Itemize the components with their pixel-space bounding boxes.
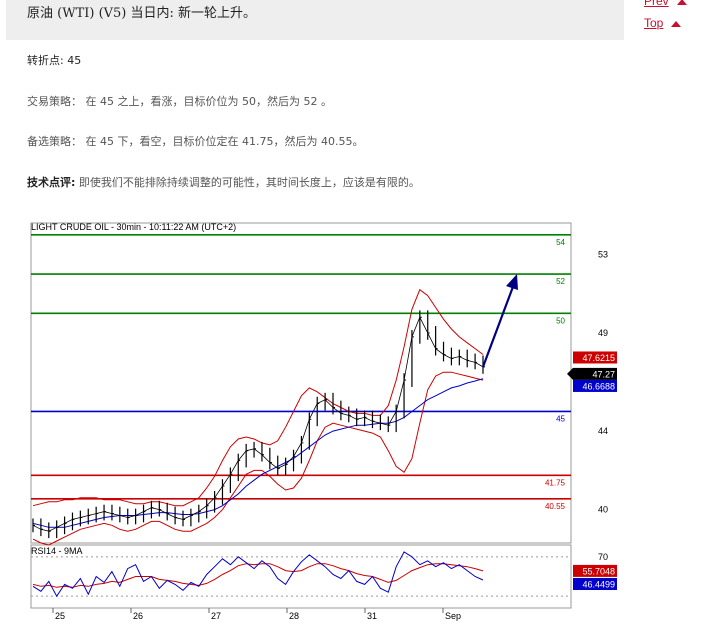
title-bar: 原油 (WTI) (V5) 当日内: 新一轮上升。 — [6, 0, 624, 40]
pivot-line: 转折点: 45 — [27, 52, 81, 68]
x-tick-label: Sep — [445, 611, 461, 621]
rsi-ma-tag: 55.7048 — [582, 566, 615, 576]
prev-label: Prev — [644, 0, 669, 8]
top-label: Top — [644, 16, 664, 30]
alternative-label: 备选策略： — [27, 135, 82, 148]
level-label: 41.75 — [545, 478, 566, 487]
pivot-value: 45 — [67, 54, 82, 67]
strategy-line: 交易策略： 在 45 之上，看涨，目标价位为 50，然后为 52 。 — [27, 93, 332, 109]
ma-value-tag: 46.6688 — [582, 381, 615, 391]
y-tick-label: 53 — [598, 249, 608, 259]
level-label: 45 — [556, 414, 565, 423]
alternative-text: 在 45 下，看空，目标价位定在 41.75，然后为 40.55。 — [85, 135, 364, 148]
level-label: 40.55 — [545, 502, 566, 511]
y-tick-label: 49 — [598, 328, 608, 338]
y-tick-label: 40 — [598, 505, 608, 515]
up-arrow-icon — [676, 0, 687, 5]
strategy-label: 交易策略： — [27, 95, 82, 108]
chart-title: LIGHT CRUDE OIL - 30min - 10:11:22 AM (U… — [31, 222, 236, 232]
last-price-tag: 47.27 — [592, 369, 615, 379]
alternative-line: 备选策略： 在 45 下，看空，目标价位定在 41.75，然后为 40.55。 — [27, 133, 363, 149]
y-tick-label: 44 — [598, 426, 608, 436]
prev-link[interactable]: Prev — [644, 0, 687, 8]
level-label: 54 — [556, 238, 565, 247]
up-arrow-icon — [671, 20, 682, 27]
rsi-y-tick-label: 70 — [598, 552, 608, 562]
x-tick-label: 31 — [367, 611, 377, 621]
x-tick-label: 27 — [211, 611, 221, 621]
top-link[interactable]: Top — [644, 16, 682, 30]
price-tags: 47.6215 47.27 46.6688 — [567, 351, 617, 392]
pivot-label: 转折点: — [27, 54, 64, 67]
price-chart: LIGHT CRUDE OIL - 30min - 10:11:22 AM (U… — [25, 217, 629, 621]
article-title: 原油 (WTI) (V5) 当日内: 新一轮上升。 — [27, 6, 257, 21]
chart-svg: LIGHT CRUDE OIL - 30min - 10:11:22 AM (U… — [25, 217, 629, 621]
main-plot-frame — [30, 222, 572, 544]
rsi-tag: 46.4499 — [582, 579, 615, 589]
comment-line: 技术点评: 即使我们不能排除持续调整的可能性，其时间长度上，应该是有限的。 — [27, 174, 420, 190]
comment-label: 技术点评: — [27, 176, 76, 189]
strategy-text: 在 45 之上，看涨，目标价位为 50，然后为 52 。 — [85, 95, 332, 108]
x-tick-label: 28 — [289, 611, 299, 621]
rsi-plot-frame — [30, 544, 572, 609]
level-label: 52 — [556, 277, 565, 286]
x-tick-label: 25 — [55, 611, 65, 621]
comment-text: 即使我们不能排除持续调整的可能性，其时间长度上，应该是有限的。 — [78, 176, 420, 189]
rsi-title: RSI14 - 9MA — [31, 546, 83, 556]
upper-band-tag: 47.6215 — [582, 353, 615, 363]
x-tick-label: 26 — [133, 611, 143, 621]
level-label: 50 — [556, 316, 565, 325]
